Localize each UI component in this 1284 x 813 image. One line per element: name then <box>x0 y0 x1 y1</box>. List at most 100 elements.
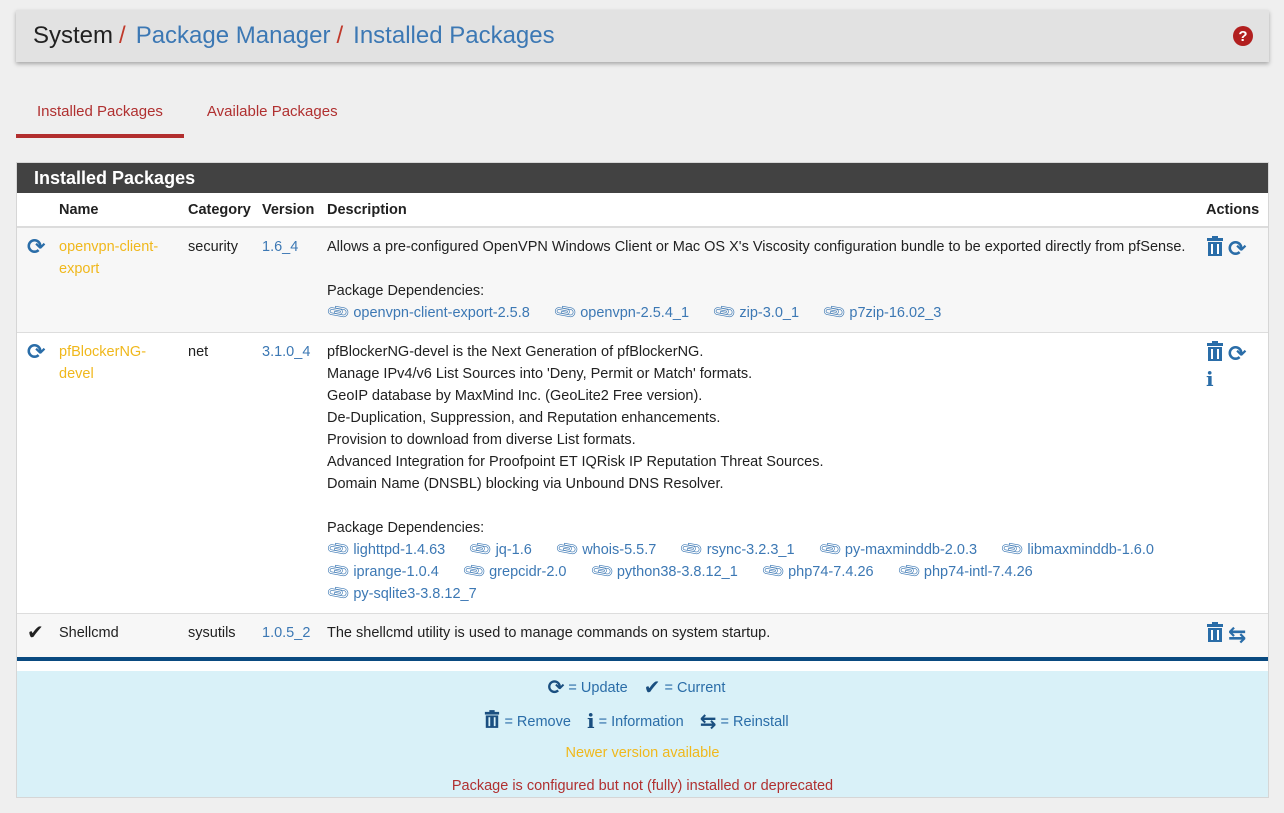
description-line: GeoIP database by MaxMind Inc. (GeoLite2… <box>327 388 703 404</box>
col-name: Name <box>55 193 184 228</box>
info-icon: i <box>586 709 595 733</box>
package-version[interactable]: 1.0.5_2 <box>262 625 310 641</box>
package-description: The shellcmd utility is used to manage c… <box>323 614 1202 660</box>
legend-update: = Update <box>568 680 628 696</box>
dependency-link[interactable]: 📎︎whois-5.5.7 <box>555 537 657 563</box>
package-version[interactable]: 1.6_4 <box>262 239 298 255</box>
description-line: Allows a pre-configured OpenVPN Windows … <box>327 239 1186 255</box>
description-line: Advanced Integration for Proofpoint ET I… <box>327 454 824 470</box>
refresh-icon: ⟳ <box>27 234 46 259</box>
info-icon[interactable]: i <box>1206 368 1214 390</box>
table-row: ⟳ pfBlockerNG-devel net 3.1.0_4 pfBlocke… <box>17 332 1268 614</box>
package-version[interactable]: 3.1.0_4 <box>262 344 310 360</box>
refresh-icon: ⟳ <box>547 677 565 699</box>
dependency-link[interactable]: 📎︎lighttpd-1.4.63 <box>326 537 446 563</box>
dependency-link[interactable]: 📎︎python38-3.8.12_1 <box>589 559 738 585</box>
paperclip-icon: 📎︎ <box>821 299 849 326</box>
dependency-link[interactable]: 📎︎iprange-1.0.4 <box>326 559 439 585</box>
trash-icon[interactable] <box>1206 236 1224 263</box>
package-category: sysutils <box>188 625 236 641</box>
legend-current: = Current <box>664 680 726 696</box>
legend-remove: = Remove <box>504 714 571 730</box>
package-name[interactable]: openvpn-client-export <box>59 239 158 277</box>
package-description: pfBlockerNG-devel is the Next Generation… <box>323 333 1202 614</box>
dependency-link[interactable]: 📎︎rsync-3.2.3_1 <box>679 537 794 563</box>
paperclip-icon: 📎︎ <box>896 558 923 585</box>
legend-line-1: ⟳ = Update ✔ = Current <box>17 675 1268 700</box>
deps-list: 📎︎openvpn-client-export-2.5.8 📎︎openvpn-… <box>326 300 961 326</box>
legend-information: = Information <box>598 714 684 730</box>
paperclip-icon: 📎︎ <box>760 558 787 585</box>
paperclip-icon: 📎︎ <box>552 299 579 326</box>
refresh-icon[interactable]: ⟳ <box>1228 238 1246 260</box>
dependency-link[interactable]: 📎︎openvpn-2.5.4_1 <box>553 300 689 326</box>
deps-list: 📎︎lighttpd-1.4.63 📎︎jq-1.6 📎︎whois-5.5.7… <box>326 537 1174 607</box>
breadcrumb-package-manager[interactable]: Package Manager <box>136 22 331 50</box>
description-line: Domain Name (DNSBL) blocking via Unbound… <box>327 476 724 492</box>
package-name[interactable]: pfBlockerNG-devel <box>59 344 146 382</box>
trash-icon[interactable] <box>1206 622 1224 649</box>
breadcrumb-separator: / <box>119 22 126 49</box>
dependency-link[interactable]: 📎︎grepcidr-2.0 <box>461 559 566 585</box>
paperclip-icon: 📎︎ <box>325 299 353 326</box>
trash-icon <box>484 710 500 733</box>
deps-label: Package Dependencies: <box>327 520 485 536</box>
table-row: ✔ Shellcmd sysutils 1.0.5_2 The shellcmd… <box>17 613 1268 660</box>
dependency-link[interactable]: 📎︎libmaxminddb-1.6.0 <box>1000 537 1154 563</box>
description-line: The shellcmd utility is used to manage c… <box>327 625 771 641</box>
package-category: net <box>188 344 209 360</box>
refresh-icon[interactable]: ⟳ <box>1228 343 1246 365</box>
dependency-link[interactable]: 📎︎p7zip-16.02_3 <box>822 300 942 326</box>
tab-bar: Installed Packages Available Packages <box>16 90 359 138</box>
description-line: pfBlockerNG-devel is the Next Generation… <box>327 344 704 360</box>
legend-newer-version: Newer version available <box>565 745 720 761</box>
description-line: Provision to download from diverse List … <box>327 432 636 448</box>
dependency-link[interactable]: 📎︎py-maxminddb-2.0.3 <box>817 537 977 563</box>
tab-installed-packages[interactable]: Installed Packages <box>16 90 184 138</box>
panel-title: Installed Packages <box>17 163 1268 193</box>
check-icon: ✔ <box>643 677 661 699</box>
paperclip-icon: 📎︎ <box>461 558 488 585</box>
legend-line-2: = Remove i = Information ⇆ = Reinstall <box>17 709 1268 734</box>
dependency-link[interactable]: 📎︎openvpn-client-export-2.5.8 <box>326 300 530 326</box>
col-category: Category <box>184 193 258 228</box>
paperclip-icon: 📎︎ <box>711 299 739 326</box>
legend-reinstall: = Reinstall <box>720 714 789 730</box>
trash-icon[interactable] <box>1206 341 1224 368</box>
description-line: Manage IPv4/v6 List Sources into 'Deny, … <box>327 366 753 382</box>
deps-label: Package Dependencies: <box>327 283 485 299</box>
col-status <box>17 193 55 228</box>
tab-available-packages[interactable]: Available Packages <box>186 90 359 138</box>
paperclip-icon: 📎︎ <box>999 536 1027 563</box>
paperclip-icon: 📎︎ <box>817 536 844 563</box>
package-category: security <box>188 239 238 255</box>
breadcrumb-installed-packages[interactable]: Installed Packages <box>353 22 554 50</box>
legend-configured-not-installed: Package is configured but not (fully) in… <box>451 778 834 794</box>
paperclip-icon: 📎︎ <box>325 580 353 607</box>
col-description: Description <box>323 193 1202 228</box>
package-name[interactable]: Shellcmd <box>59 625 119 641</box>
paperclip-icon: 📎︎ <box>679 536 706 563</box>
dependency-link[interactable]: 📎︎zip-3.0_1 <box>712 300 799 326</box>
dependency-link[interactable]: 📎︎py-sqlite3-3.8.12_7 <box>326 581 477 607</box>
refresh-icon: ⟳ <box>27 339 46 364</box>
col-actions: Actions <box>1202 193 1268 228</box>
breadcrumb-system: System <box>33 22 114 49</box>
reinstall-icon: ⇆ <box>699 711 717 733</box>
paperclip-icon: 📎︎ <box>554 536 581 563</box>
legend: ⟳ = Update ✔ = Current = Remove i = Info… <box>17 671 1268 797</box>
dependency-link[interactable]: 📎︎php74-7.4.26 <box>760 559 873 585</box>
description-line: De-Duplication, Suppression, and Reputat… <box>327 410 721 426</box>
package-description: Allows a pre-configured OpenVPN Windows … <box>323 227 1202 333</box>
dependency-link[interactable]: 📎︎php74-intl-7.4.26 <box>896 559 1032 585</box>
packages-table: Name Category Version Description Action… <box>17 193 1268 661</box>
paperclip-icon: 📎︎ <box>589 558 616 585</box>
question-circle-icon[interactable]: ? <box>1233 26 1253 46</box>
dependency-link[interactable]: 📎︎jq-1.6 <box>468 537 532 563</box>
table-row: ⟳ openvpn-client-export security 1.6_4 A… <box>17 227 1268 333</box>
installed-packages-panel: Installed Packages Name Category Version… <box>16 162 1269 798</box>
reinstall-icon[interactable]: ⇆ <box>1228 624 1246 646</box>
check-icon: ✔ <box>27 622 44 644</box>
breadcrumb: System / Package Manager / Installed Pac… <box>16 10 1269 62</box>
breadcrumb-separator: / <box>336 22 344 49</box>
